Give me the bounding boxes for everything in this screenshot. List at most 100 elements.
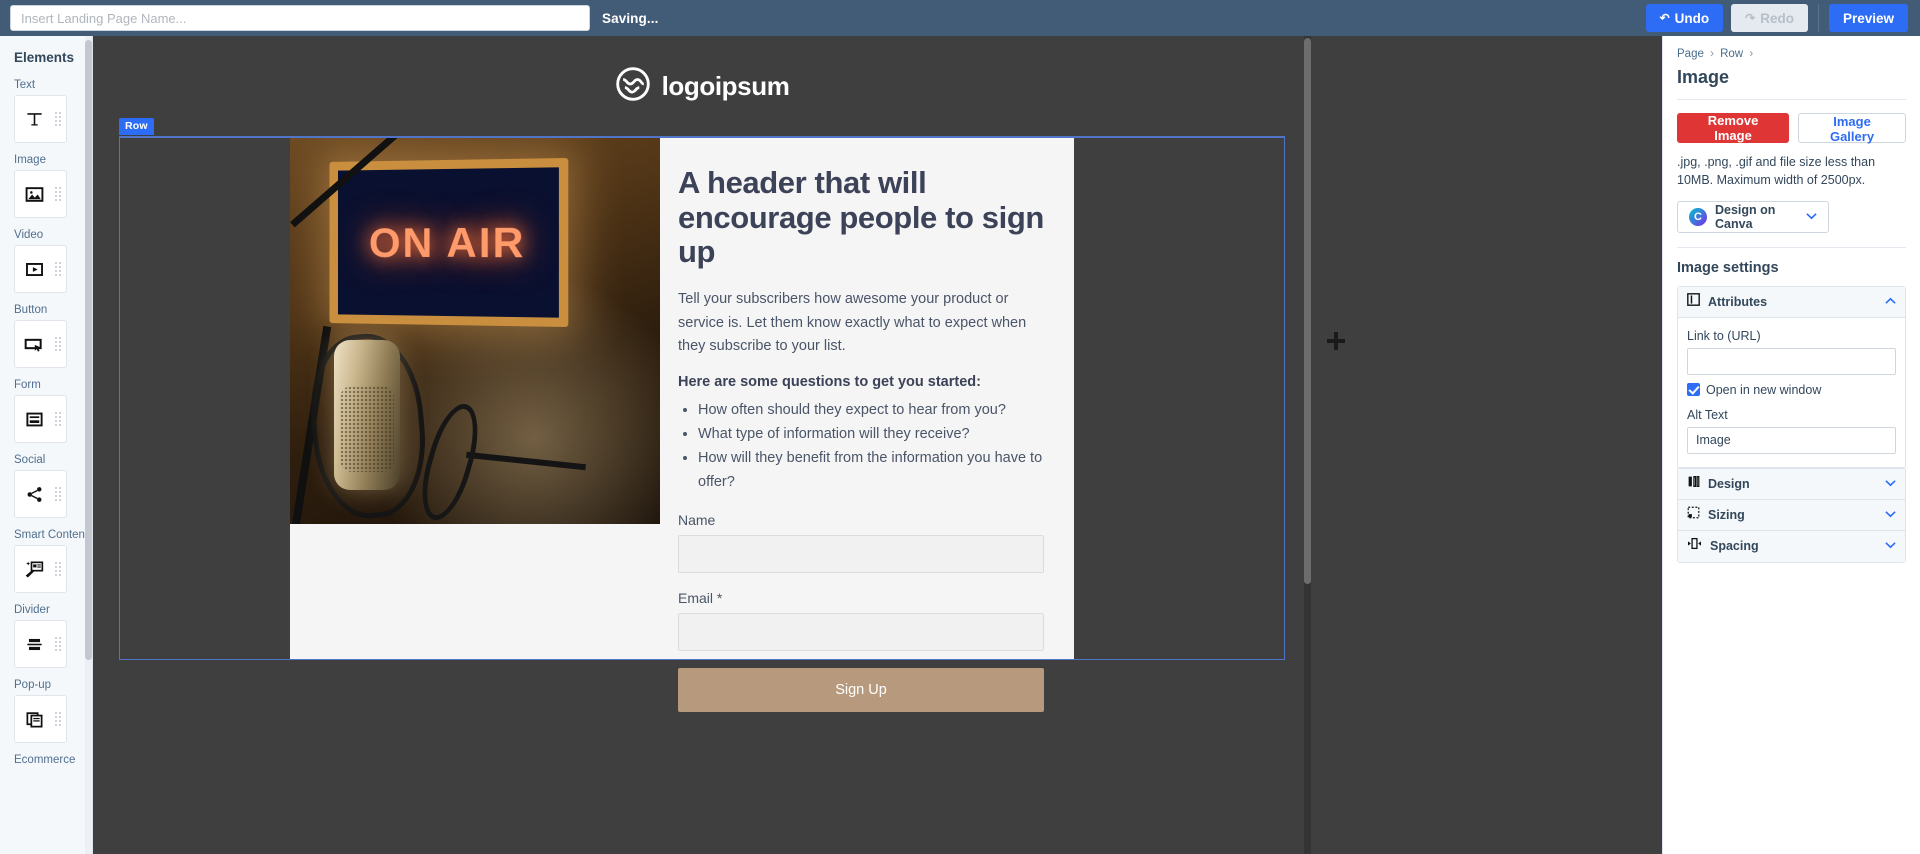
design-accordion-header[interactable]: Design bbox=[1678, 468, 1905, 500]
chevron-up-icon bbox=[1885, 296, 1896, 308]
on-air-sign-text: ON AIR bbox=[368, 218, 526, 266]
elements-title: Elements bbox=[14, 50, 75, 65]
canvas-site-header: logoipsum bbox=[93, 36, 1311, 136]
element-tile-smart-content[interactable] bbox=[14, 545, 67, 593]
name-input[interactable] bbox=[678, 534, 1044, 573]
image-settings-title: Image settings bbox=[1677, 259, 1779, 276]
drag-handle[interactable] bbox=[54, 486, 61, 502]
hero-copy: A header that will encourage people to s… bbox=[660, 138, 1074, 712]
selected-row[interactable]: ON AIR A header that will encourage peop… bbox=[119, 136, 1285, 712]
divider-icon bbox=[15, 635, 53, 654]
element-label-video: Video bbox=[14, 229, 44, 241]
element-label-smart-content: Smart Content bbox=[14, 529, 89, 541]
alt-text-label: Alt Text bbox=[1687, 407, 1728, 422]
remove-image-button[interactable]: Remove Image bbox=[1677, 113, 1790, 143]
page-name-input[interactable] bbox=[10, 5, 590, 31]
drag-handle[interactable] bbox=[54, 261, 61, 277]
attributes-title: Attributes bbox=[1708, 294, 1768, 309]
drag-handle[interactable] bbox=[54, 711, 61, 727]
form-lines-icon bbox=[15, 410, 53, 429]
sidebar-scrollbar-track[interactable] bbox=[85, 36, 92, 854]
text-t-icon bbox=[15, 110, 53, 129]
redo-button[interactable]: ↷ Redo bbox=[1731, 4, 1808, 32]
hero-paragraph[interactable]: Tell your subscribers how awesome your p… bbox=[678, 288, 1044, 358]
preview-button[interactable]: Preview bbox=[1828, 4, 1908, 32]
spacing-accordion-header[interactable]: Spacing bbox=[1678, 530, 1905, 562]
hero-image[interactable]: ON AIR bbox=[290, 138, 660, 524]
saving-status: Saving... bbox=[602, 10, 659, 26]
elements-sidebar-scroll: Elements Text Image Video Button Form So… bbox=[0, 36, 92, 854]
alt-text-input[interactable] bbox=[1687, 426, 1896, 454]
drag-handle[interactable] bbox=[54, 336, 61, 352]
open-new-window-row: Open in new window bbox=[1687, 383, 1896, 397]
hero-questions-list: How often should they expect to hear fro… bbox=[698, 398, 1044, 494]
video-play-icon bbox=[15, 260, 53, 279]
image-upload-note: .jpg, .png, .gif and file size less than… bbox=[1677, 155, 1876, 187]
open-new-window-checkbox[interactable] bbox=[1687, 383, 1700, 396]
button-cursor-icon bbox=[15, 334, 53, 354]
element-tile-button[interactable] bbox=[14, 320, 67, 368]
element-group-image: Image bbox=[14, 154, 92, 218]
element-label-text: Text bbox=[14, 79, 36, 91]
breadcrumb-separator: › bbox=[1710, 48, 1714, 60]
element-tile-social[interactable] bbox=[14, 470, 67, 518]
sizing-accordion-header[interactable]: Sizing bbox=[1678, 499, 1905, 531]
breadcrumb-row[interactable]: Row bbox=[1720, 48, 1743, 60]
element-label-ecommerce: Ecommerce bbox=[14, 754, 76, 766]
undo-label: Undo bbox=[1674, 10, 1710, 26]
breadcrumb: Page › Row › bbox=[1677, 48, 1906, 60]
hero-questions-intro[interactable]: Here are some questions to get you start… bbox=[678, 374, 1044, 390]
page-canvas[interactable]: logoipsum Row ON AIR A header that will … bbox=[93, 36, 1311, 854]
design-on-canva-button[interactable]: C Design on Canva bbox=[1677, 200, 1829, 233]
drag-handle[interactable] bbox=[54, 636, 61, 652]
element-tile-video[interactable] bbox=[14, 245, 67, 293]
element-group-popup: Pop-up bbox=[14, 679, 92, 743]
attributes-accordion-header[interactable]: Attributes bbox=[1678, 286, 1905, 318]
element-group-text: Text bbox=[14, 79, 92, 143]
image-gallery-button[interactable]: Image Gallery bbox=[1798, 113, 1906, 144]
drag-handle[interactable] bbox=[54, 186, 61, 202]
canva-logo-icon: C bbox=[1689, 207, 1707, 226]
design-on-canva-label: Design on Canva bbox=[1715, 202, 1776, 231]
element-label-popup: Pop-up bbox=[14, 679, 52, 691]
undo-button[interactable]: ↶ Undo bbox=[1645, 4, 1724, 32]
elements-sidebar: Elements Text Image Video Button Form So… bbox=[0, 36, 93, 854]
chevron-down-icon bbox=[1885, 478, 1896, 490]
element-tile-text[interactable] bbox=[14, 95, 67, 143]
drag-handle[interactable] bbox=[54, 561, 61, 577]
element-group-social: Social bbox=[14, 454, 92, 518]
preview-label: Preview bbox=[1842, 10, 1894, 26]
on-air-sign: ON AIR bbox=[329, 157, 569, 328]
design-brush-icon bbox=[1687, 475, 1700, 493]
element-tile-form[interactable] bbox=[14, 395, 67, 443]
social-share-icon bbox=[15, 485, 53, 504]
canvas-scrollbar-track[interactable] bbox=[1304, 36, 1311, 854]
settings-accordion-stack: Design Sizing Spacing bbox=[1677, 468, 1906, 563]
element-group-divider: Divider bbox=[14, 604, 92, 668]
element-label-form: Form bbox=[14, 379, 41, 391]
row-wrapper: Row ON AIR A header that will encourage … bbox=[119, 118, 1285, 712]
element-group-form: Form bbox=[14, 379, 92, 443]
row-badge[interactable]: Row bbox=[119, 118, 154, 135]
logo-text: logoipsum bbox=[661, 70, 790, 101]
email-input[interactable] bbox=[678, 612, 1044, 651]
canvas-scrollbar-thumb[interactable] bbox=[1304, 38, 1311, 584]
list-item: What type of information will they recei… bbox=[698, 422, 1044, 446]
redo-label: Redo bbox=[1760, 10, 1794, 26]
spacing-title: Spacing bbox=[1710, 539, 1759, 553]
element-tile-image[interactable] bbox=[14, 170, 67, 218]
link-url-input[interactable] bbox=[1687, 347, 1896, 375]
image-action-buttons: Remove Image Image Gallery bbox=[1677, 113, 1906, 144]
sidebar-scrollbar-thumb[interactable] bbox=[85, 40, 92, 660]
drag-handle[interactable] bbox=[54, 411, 61, 427]
drag-handle[interactable] bbox=[54, 111, 61, 127]
element-tile-popup[interactable] bbox=[14, 695, 67, 743]
sign-up-button[interactable]: Sign Up bbox=[678, 667, 1044, 712]
open-new-window-label: Open in new window bbox=[1706, 382, 1822, 397]
landing-page-editor: Saving... ↶ Undo ↷ Redo Preview Elements… bbox=[0, 0, 1920, 854]
sizing-crop-icon bbox=[1687, 506, 1700, 524]
hero-heading[interactable]: A header that will encourage people to s… bbox=[678, 165, 1044, 270]
breadcrumb-page[interactable]: Page bbox=[1677, 48, 1704, 60]
element-tile-divider[interactable] bbox=[14, 620, 67, 668]
element-label-divider: Divider bbox=[14, 604, 50, 616]
